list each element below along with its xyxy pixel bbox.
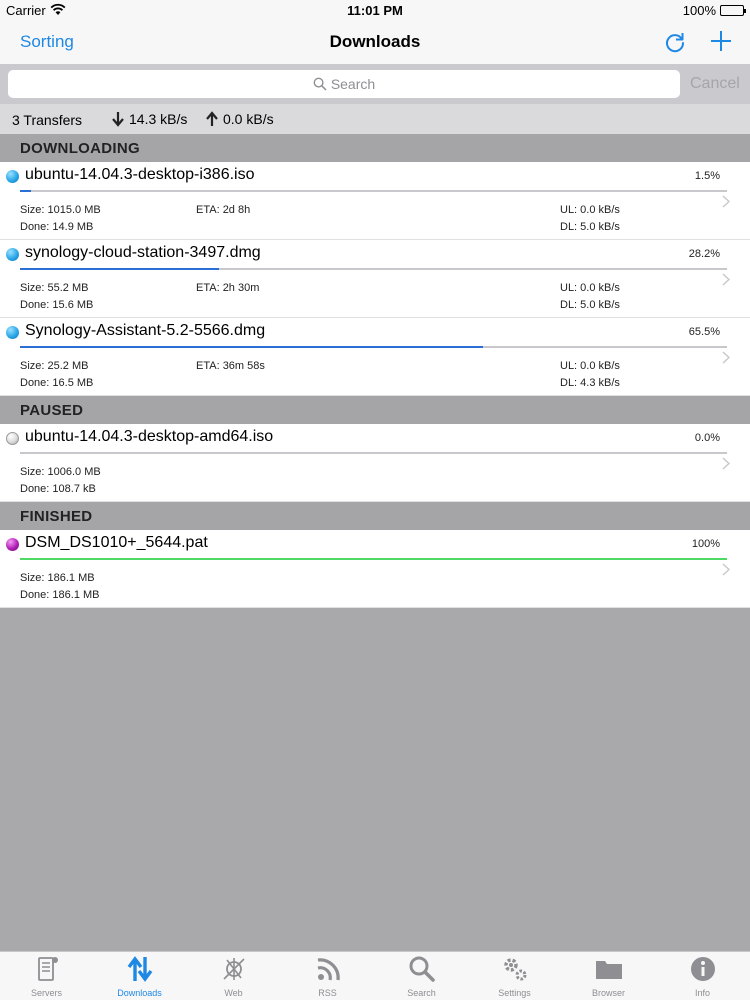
tab-label: Web	[224, 988, 243, 998]
search-input[interactable]: Search	[8, 70, 680, 98]
status-dot	[6, 170, 19, 183]
download-row[interactable]: Synology-Assistant-5.2-5566.dmg 65.5% Si…	[0, 318, 750, 396]
progress-bar	[20, 558, 727, 560]
arrow-down-icon	[112, 112, 124, 127]
progress-percent: 28.2%	[688, 248, 720, 260]
status-dot	[6, 248, 19, 261]
download-rate: DL: 5.0 kB/s	[560, 221, 620, 233]
download-rate: DL: 4.3 kB/s	[560, 377, 620, 389]
file-name: ubuntu-14.04.3-desktop-i386.iso	[25, 166, 255, 183]
download-speed-value: 14.3 kB/s	[129, 111, 188, 127]
search-bar: Search Cancel	[0, 64, 750, 104]
tab-servers[interactable]: Servers	[0, 952, 93, 1000]
cancel-button[interactable]: Cancel	[690, 75, 740, 93]
progress-percent: 1.5%	[694, 170, 720, 182]
progress-percent: 0.0%	[694, 432, 720, 444]
download-speed: 14.3 kB/s	[111, 111, 187, 127]
tab-label: RSS	[318, 988, 337, 998]
file-size: Size: 55.2 MB	[20, 282, 89, 294]
tab-info[interactable]: Info	[656, 952, 749, 1000]
battery-percent: 100%	[682, 3, 716, 18]
progress-bar	[20, 452, 727, 454]
chevron-right-icon	[722, 195, 730, 208]
eta: ETA: 2d 8h	[196, 204, 251, 216]
tab-rss[interactable]: RSS	[281, 952, 374, 1000]
downloads-icon	[127, 956, 152, 982]
eta: ETA: 36m 58s	[196, 360, 265, 372]
tab-downloads[interactable]: Downloads	[93, 952, 186, 1000]
status-time: 11:01 PM	[347, 3, 403, 18]
info-icon	[690, 957, 715, 981]
status-dot	[6, 538, 19, 551]
upload-rate: UL: 0.0 kB/s	[560, 204, 620, 216]
done-size: Done: 186.1 MB	[20, 589, 100, 601]
file-size: Size: 25.2 MB	[20, 360, 89, 372]
transfer-summary: 3 Transfers 14.3 kB/s 0.0 kB/s	[0, 104, 750, 134]
tab-web[interactable]: Web	[187, 952, 280, 1000]
done-size: Done: 15.6 MB	[20, 299, 94, 311]
file-name: synology-cloud-station-3497.dmg	[25, 244, 261, 261]
web-icon	[222, 958, 245, 980]
servers-icon	[37, 957, 58, 981]
tab-search[interactable]: Search	[375, 952, 468, 1000]
upload-speed-value: 0.0 kB/s	[223, 111, 274, 127]
download-rate: DL: 5.0 kB/s	[560, 299, 620, 311]
section-header-paused: PAUSED	[0, 396, 750, 424]
file-name: Synology-Assistant-5.2-5566.dmg	[25, 322, 266, 339]
chevron-right-icon	[722, 563, 730, 576]
chevron-right-icon	[722, 457, 730, 470]
done-size: Done: 14.9 MB	[20, 221, 94, 233]
navigation-bar: Sorting Downloads	[0, 22, 750, 64]
plus-icon[interactable]	[709, 29, 733, 53]
file-size: Size: 1006.0 MB	[20, 466, 101, 478]
download-row[interactable]: ubuntu-14.04.3-desktop-i386.iso 1.5% Siz…	[0, 162, 750, 240]
status-dot	[6, 432, 19, 445]
tab-label: Search	[407, 988, 436, 998]
finished-row[interactable]: DSM_DS1010+_5644.pat 100% Size: 186.1 MB…	[0, 530, 750, 608]
arrow-up-icon	[206, 111, 218, 126]
done-size: Done: 16.5 MB	[20, 377, 94, 389]
status-dot	[6, 326, 19, 339]
done-size: Done: 108.7 kB	[20, 483, 96, 495]
section-header-downloading: DOWNLOADING	[0, 134, 750, 162]
tab-bar: Servers Downloads Web RSS Search Setting…	[0, 951, 750, 1000]
section-header-finished: FINISHED	[0, 502, 750, 530]
page-title: Downloads	[329, 32, 421, 51]
upload-rate: UL: 0.0 kB/s	[560, 282, 620, 294]
tab-label: Info	[694, 988, 710, 998]
refresh-icon[interactable]	[663, 30, 687, 54]
magnifier-icon	[313, 77, 327, 91]
tab-label: Settings	[498, 988, 531, 998]
download-row[interactable]: synology-cloud-station-3497.dmg 28.2% Si…	[0, 240, 750, 318]
eta: ETA: 2h 30m	[196, 282, 260, 294]
transfer-count: 3 Transfers	[12, 112, 83, 128]
tab-label: Servers	[30, 988, 62, 998]
upload-rate: UL: 0.0 kB/s	[560, 360, 620, 372]
paused-row[interactable]: ubuntu-14.04.3-desktop-amd64.iso 0.0% Si…	[0, 424, 750, 502]
progress-bar	[20, 268, 727, 270]
tab-settings[interactable]: Settings	[468, 952, 561, 1000]
rss-icon	[317, 958, 340, 981]
tab-label: Browser	[591, 988, 625, 998]
folder-icon	[595, 961, 622, 979]
file-name: ubuntu-14.04.3-desktop-amd64.iso	[25, 428, 274, 445]
upload-speed: 0.0 kB/s	[205, 111, 274, 127]
search-placeholder: Search	[330, 76, 376, 92]
file-name: DSM_DS1010+_5644.pat	[25, 534, 208, 551]
progress-bar	[20, 346, 727, 348]
progress-percent: 65.5%	[688, 326, 720, 338]
progress-bar	[20, 190, 727, 192]
search-icon	[409, 956, 435, 982]
chevron-right-icon	[722, 351, 730, 364]
progress-percent: 100%	[691, 538, 720, 550]
file-size: Size: 186.1 MB	[20, 572, 95, 584]
tab-browser[interactable]: Browser	[562, 952, 655, 1000]
settings-icon	[503, 958, 526, 981]
chevron-right-icon	[722, 273, 730, 286]
status-bar: Carrier 11:01 PM 100%	[0, 0, 750, 22]
battery-icon	[720, 5, 746, 16]
file-size: Size: 1015.0 MB	[20, 204, 101, 216]
tab-label: Downloads	[117, 988, 162, 998]
